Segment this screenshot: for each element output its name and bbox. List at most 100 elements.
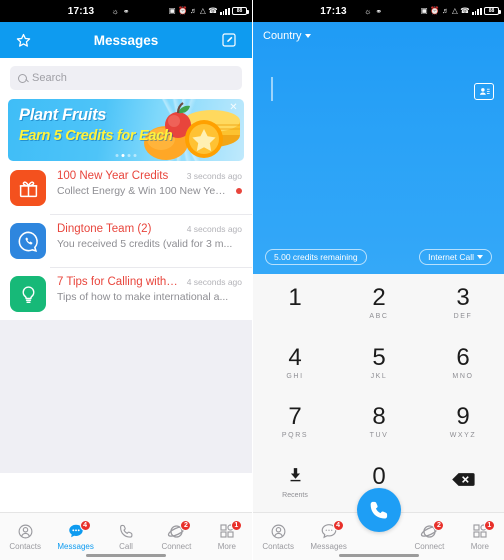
banner-pagination-dots — [115, 154, 137, 157]
key-6[interactable]: 6 MNO — [421, 334, 504, 394]
tab-label: More — [217, 542, 236, 551]
binoculars-icon: ⚭ — [375, 6, 384, 16]
close-icon[interactable]: ✕ — [228, 102, 239, 113]
key-8[interactable]: 8 TUV — [337, 393, 421, 453]
call-type-selector[interactable]: Internet Call — [419, 249, 492, 265]
status-bar-left: 17:13 ☼ ⚭ ▣ ⏰ ♬ △ ☎ 88 — [0, 0, 252, 22]
connect-icon: 2 — [166, 520, 192, 540]
compose-icon[interactable] — [218, 29, 240, 51]
messages-navbar: Messages — [0, 22, 252, 58]
dialer-display-area: Country 5.00 credits remaining Internet … — [253, 22, 504, 274]
key-backspace[interactable] — [421, 453, 504, 513]
tab-label: Contacts — [262, 542, 294, 551]
contact-card-icon[interactable] — [474, 83, 494, 100]
key-3[interactable]: 3 DEF — [421, 274, 504, 334]
key-2[interactable]: 2 ABC — [337, 274, 421, 334]
tab-badge: 2 — [433, 520, 445, 531]
battery-icon: 88 — [484, 7, 501, 15]
message-time: 4 seconds ago — [186, 224, 242, 234]
wifi-icon: △ — [200, 6, 206, 16]
right-phone-screen: 17:13 ☼ ⚭ ▣ ⏰ ♬ △ ☎ 88 Country 5.00 cred… — [252, 0, 504, 560]
nfc-icon: ▣ — [168, 6, 176, 16]
number-input-cursor[interactable] — [271, 77, 273, 101]
mute-icon: ♬ — [190, 6, 198, 16]
tab-badge: 4 — [79, 520, 91, 531]
alarm-icon: ⏰ — [178, 6, 188, 16]
credits-remaining-pill[interactable]: 5.00 credits remaining — [265, 249, 367, 265]
tab-contacts[interactable]: Contacts — [253, 513, 303, 560]
status-bar-left-icons: ☼ ⚭ — [111, 7, 130, 16]
status-bar-time: 17:13 — [67, 5, 95, 17]
dot — [133, 154, 137, 157]
tab-more[interactable]: 1 More — [202, 513, 252, 560]
promo-banner[interactable]: Plant Fruits Earn 5 Credits for Each ✕ — [8, 99, 244, 161]
empty-area — [0, 320, 252, 473]
key-digit: 2 — [372, 284, 386, 312]
list-item[interactable]: 100 New Year Credits 3 seconds ago Colle… — [0, 161, 252, 214]
tab-badge: 2 — [180, 520, 192, 531]
list-item[interactable]: Dingtone Team (2) 4 seconds ago You rece… — [0, 214, 252, 267]
page-title: Messages — [93, 32, 159, 48]
key-letters: GHI — [286, 372, 304, 380]
tab-connect[interactable]: 2 Connect — [404, 513, 454, 560]
message-title: Dingtone Team (2) — [57, 223, 152, 235]
dot — [121, 154, 125, 157]
search-input[interactable]: Search — [10, 66, 242, 90]
vpn-icon: ☎ — [208, 6, 218, 16]
list-item-body: 7 Tips for Calling with Di... 4 seconds … — [57, 276, 242, 312]
home-indicator — [86, 554, 166, 557]
banner-subheadline: Earn 5 Credits for Each — [19, 128, 173, 144]
message-preview: Tips of how to make international a... — [57, 291, 229, 303]
messages-icon: 4 — [319, 520, 344, 540]
key-5[interactable]: 5 JKL — [337, 334, 421, 394]
key-letters: JKL — [370, 372, 388, 380]
dialer-keypad: 1 2 ABC 3 DEF 4 GHI 5 JKL 6 MNO 7 PQRS 8… — [253, 274, 504, 512]
key-1[interactable]: 1 — [253, 274, 337, 334]
status-bar-left-icons: ☼ ⚭ — [364, 7, 383, 16]
tab-connect[interactable]: 2 Connect — [151, 513, 201, 560]
key-digit: 8 — [372, 403, 386, 431]
dual-screenshot-container: 17:13 ☼ ⚭ ▣ ⏰ ♬ △ ☎ 88 Messages Search P… — [0, 0, 504, 560]
key-letters: TUV — [369, 432, 389, 440]
lightbulb-icon — [10, 276, 46, 312]
dingtone-chat-icon — [10, 223, 46, 259]
message-title: 7 Tips for Calling with Di... — [57, 276, 181, 288]
tab-label: Messages — [57, 542, 94, 551]
list-item-body: 100 New Year Credits 3 seconds ago Colle… — [57, 170, 242, 206]
tab-messages[interactable]: 4 Messages — [50, 513, 100, 560]
key-7[interactable]: 7 PQRS — [253, 393, 337, 453]
tab-label: Call — [119, 542, 133, 551]
key-digit: 7 — [288, 403, 302, 431]
call-button[interactable] — [356, 488, 401, 532]
key-letters: MNO — [452, 372, 474, 380]
message-time: 4 seconds ago — [186, 277, 242, 287]
country-label: Country — [263, 30, 302, 42]
star-icon[interactable] — [12, 29, 34, 51]
binoculars-icon: ⚭ — [122, 6, 131, 16]
list-item[interactable]: 7 Tips for Calling with Di... 4 seconds … — [0, 267, 252, 320]
message-title: 100 New Year Credits — [57, 170, 169, 182]
key-recents[interactable]: Recents — [253, 453, 337, 513]
tab-more[interactable]: 1 More — [455, 513, 504, 560]
tab-contacts[interactable]: Contacts — [0, 513, 50, 560]
call-type-label: Internet Call — [428, 252, 474, 262]
status-bar-time: 17:13 — [320, 5, 347, 17]
key-4[interactable]: 4 GHI — [253, 334, 337, 394]
tab-label: Contacts — [9, 542, 41, 551]
tab-messages[interactable]: 4 Messages — [303, 513, 353, 560]
search-container: Search — [0, 58, 252, 99]
message-preview: You received 5 credits (valid for 3 m... — [57, 238, 233, 250]
wifi-icon: △ — [452, 6, 458, 16]
grid-more-icon: 1 — [217, 520, 242, 540]
gift-icon — [10, 170, 46, 206]
key-9[interactable]: 9 WXYZ — [421, 393, 504, 453]
key-digit: 4 — [288, 343, 302, 371]
vpn-icon: ☎ — [460, 6, 470, 16]
banner-headline: Plant Fruits — [19, 106, 107, 124]
key-label: Recents — [282, 491, 308, 499]
country-selector[interactable]: Country — [263, 30, 311, 42]
key-digit: 1 — [288, 284, 302, 312]
message-time: 3 seconds ago — [186, 171, 242, 181]
contacts-icon — [268, 522, 288, 540]
tab-call[interactable]: Call — [101, 513, 151, 560]
